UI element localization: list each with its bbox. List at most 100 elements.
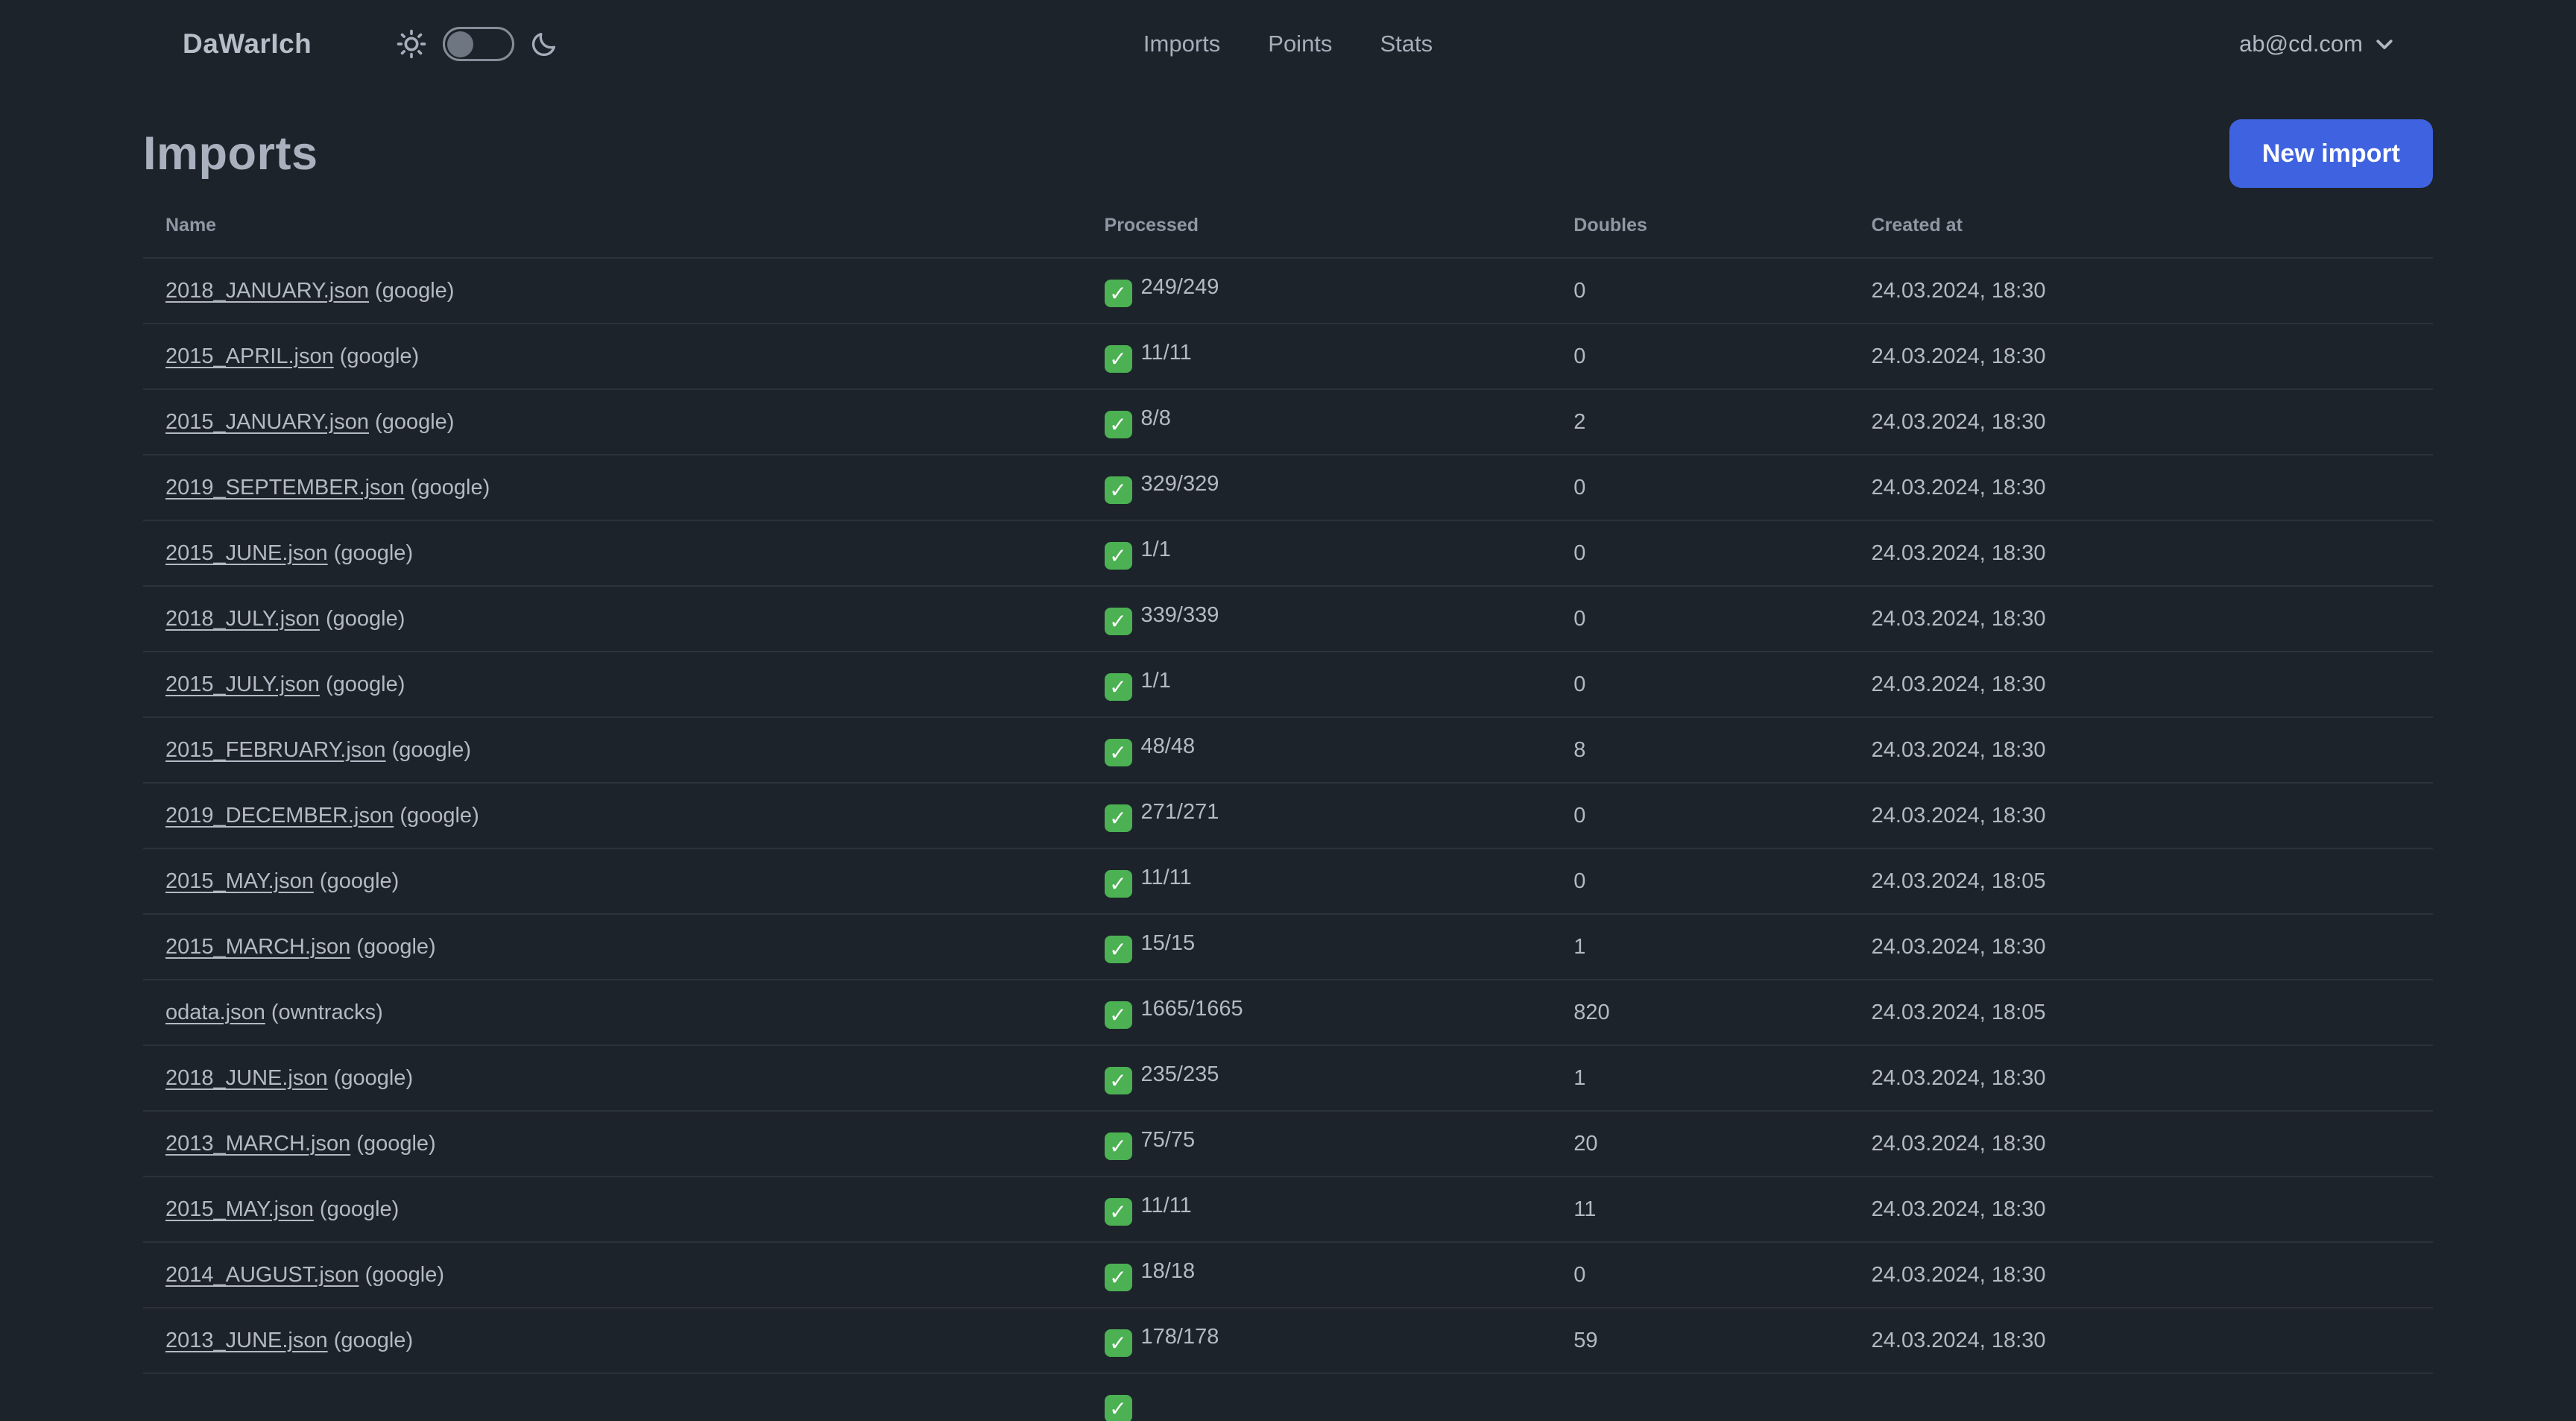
table-header-row: Name Processed Doubles Created at xyxy=(143,188,2433,258)
import-source: (google) xyxy=(327,1065,414,1090)
import-file-link[interactable]: 2015_JUNE.json xyxy=(165,541,328,565)
cell-created-at: 24.03.2024, 18:30 xyxy=(1849,1241,2433,1308)
cell-created-at: 24.03.2024, 18:30 xyxy=(1849,1307,2433,1373)
import-source: (google) xyxy=(369,278,455,303)
import-source: (google) xyxy=(319,606,405,631)
cell-doubles: 0 xyxy=(1551,1241,1849,1308)
import-file-link[interactable]: 2018_JANUARY.json xyxy=(165,279,369,303)
cell-name: 2018_JUNE.json (google) xyxy=(143,1045,1082,1111)
cell-created-at: 24.03.2024, 18:30 xyxy=(1849,585,2433,652)
table-row: odata.json (owntracks) ✓ 1665/1665 820 24.03… xyxy=(143,979,2433,1045)
cell-doubles: 0 xyxy=(1551,454,1849,520)
table-row: 2018_JULY.json (google) ✓ 339/339 0 24.03.20… xyxy=(143,585,2433,652)
success-check-icon: ✓ xyxy=(1104,607,1132,635)
page-title: Imports xyxy=(143,127,318,180)
cell-name: 2015_MAY.json (google) xyxy=(143,1176,1082,1242)
cell-created-at: 24.03.2024, 18:30 xyxy=(1849,716,2433,783)
cell-doubles: 59 xyxy=(1551,1307,1849,1373)
column-header-doubles: Doubles xyxy=(1573,215,1647,236)
column-header-name: Name xyxy=(165,215,217,236)
import-source: (google) xyxy=(327,1328,414,1352)
success-check-icon: ✓ xyxy=(1104,410,1132,438)
import-source: (google) xyxy=(313,1197,400,1221)
theme-toggle xyxy=(395,27,559,61)
cell-name: 2015_FEBRUARY.json (google) xyxy=(143,716,1082,783)
cell-doubles: 820 xyxy=(1551,979,1849,1045)
brand-logo[interactable]: DaWarIch xyxy=(183,28,312,60)
import-file-link[interactable]: 2013_MARCH.json xyxy=(165,1132,350,1156)
nav-link-imports[interactable]: Imports xyxy=(1143,31,1220,57)
cell-processed: ✓ 271/271 xyxy=(1082,782,1552,848)
theme-switch[interactable] xyxy=(443,27,515,61)
new-import-button[interactable]: New import xyxy=(2229,119,2433,188)
success-check-icon: ✓ xyxy=(1104,476,1132,504)
import-file-link[interactable]: 2015_JANUARY.json xyxy=(165,410,369,434)
cell-created-at: 24.03.2024, 18:30 xyxy=(1849,388,2433,455)
import-file-link[interactable]: 2018_JULY.json xyxy=(165,607,320,631)
cell-created-at: 24.03.2024, 18:30 xyxy=(1849,323,2433,389)
cell-name: 2015_APRIL.json (google) xyxy=(143,323,1082,389)
import-file-link[interactable]: 2015_MARCH.json xyxy=(165,935,350,959)
nav-link-stats[interactable]: Stats xyxy=(1380,31,1433,57)
cell-name: 2015_JANUARY.json (google) xyxy=(143,388,1082,455)
cell-name: 2015_JUNE.json (google) xyxy=(143,520,1082,586)
success-check-icon: ✓ xyxy=(1104,804,1132,832)
import-source: (google) xyxy=(404,475,490,500)
success-check-icon: ✓ xyxy=(1104,869,1132,898)
import-file-link[interactable]: 2019_SEPTEMBER.json xyxy=(165,476,405,500)
import-file-link[interactable]: 2018_JUNE.json xyxy=(165,1066,328,1090)
table-row: ✓ xyxy=(143,1373,2433,1421)
page-header: Imports New import xyxy=(143,119,2433,188)
import-file-link[interactable]: 2015_MAY.json xyxy=(165,869,314,893)
success-check-icon: ✓ xyxy=(1104,279,1132,307)
navbar-left: DaWarIch xyxy=(183,27,559,61)
cell-created-at: 24.03.2024, 18:30 xyxy=(1849,257,2433,324)
success-check-icon: ✓ xyxy=(1104,1132,1132,1160)
success-check-icon: ✓ xyxy=(1104,672,1132,701)
import-source: (google) xyxy=(319,672,405,696)
cell-doubles: 0 xyxy=(1551,848,1849,914)
import-file-link[interactable]: odata.json xyxy=(165,1001,265,1024)
cell-doubles: 11 xyxy=(1551,1176,1849,1242)
sun-icon xyxy=(397,29,426,59)
success-check-icon: ✓ xyxy=(1104,935,1132,963)
cell-doubles: 0 xyxy=(1551,651,1849,717)
chevron-down-icon xyxy=(2376,40,2393,49)
import-file-link[interactable]: 2013_JUNE.json xyxy=(165,1329,328,1352)
column-header-processed: Processed xyxy=(1104,215,1199,236)
import-file-link[interactable]: 2015_APRIL.json xyxy=(165,344,334,368)
table-row: 2013_MARCH.json (google) ✓ 75/75 20 24.03.20… xyxy=(143,1110,2433,1176)
table-row: 2018_JUNE.json (google) ✓ 235/235 1 24.03.20… xyxy=(143,1045,2433,1111)
cell-processed: ✓ 48/48 xyxy=(1082,716,1552,783)
cell-doubles xyxy=(1551,1373,1849,1421)
nav-link-points[interactable]: Points xyxy=(1268,31,1332,57)
table-row: 2015_MAY.json (google) ✓ 11/11 0 24.03.2024,… xyxy=(143,848,2433,914)
user-menu[interactable]: ab@cd.com xyxy=(2239,31,2396,57)
main-nav: Imports Points Stats xyxy=(1143,31,1433,57)
cell-created-at xyxy=(1849,1373,2433,1421)
import-source: (owntracks) xyxy=(265,1000,383,1024)
import-file-link[interactable]: 2015_MAY.json xyxy=(165,1197,314,1221)
import-file-link[interactable]: 2015_JULY.json xyxy=(165,672,320,696)
import-file-link[interactable]: 2015_FEBRUARY.json xyxy=(165,738,386,762)
cell-name: 2015_JULY.json (google) xyxy=(143,651,1082,717)
table-row: 2015_FEBRUARY.json (google) ✓ 48/48 8 24.03.… xyxy=(143,716,2433,783)
cell-name: 2019_DECEMBER.json (google) xyxy=(143,782,1082,848)
cell-processed: ✓ 15/15 xyxy=(1082,913,1552,980)
table-row: 2015_JANUARY.json (google) ✓ 8/8 2 24.03.202… xyxy=(143,388,2433,455)
cell-processed: ✓ 8/8 xyxy=(1082,388,1552,455)
cell-processed: ✓ 249/249 xyxy=(1082,257,1552,324)
import-source: (google) xyxy=(394,803,479,828)
cell-processed: ✓ 11/11 xyxy=(1082,1176,1552,1242)
cell-name: 2015_MARCH.json (google) xyxy=(143,913,1082,980)
import-file-link[interactable]: 2019_DECEMBER.json xyxy=(165,804,394,828)
cell-created-at: 24.03.2024, 18:30 xyxy=(1849,1110,2433,1176)
cell-doubles: 20 xyxy=(1551,1110,1849,1176)
cell-doubles: 0 xyxy=(1551,585,1849,652)
cell-doubles: 1 xyxy=(1551,1045,1849,1111)
import-source: (google) xyxy=(385,737,472,762)
cell-name: odata.json (owntracks) xyxy=(143,979,1082,1045)
navbar: DaWarIch Imports Points Stats ab@cd.com xyxy=(0,0,2576,88)
import-file-link[interactable]: 2014_AUGUST.json xyxy=(165,1263,359,1287)
table-row: 2019_SEPTEMBER.json (google) ✓ 329/329 0 24.… xyxy=(143,454,2433,520)
